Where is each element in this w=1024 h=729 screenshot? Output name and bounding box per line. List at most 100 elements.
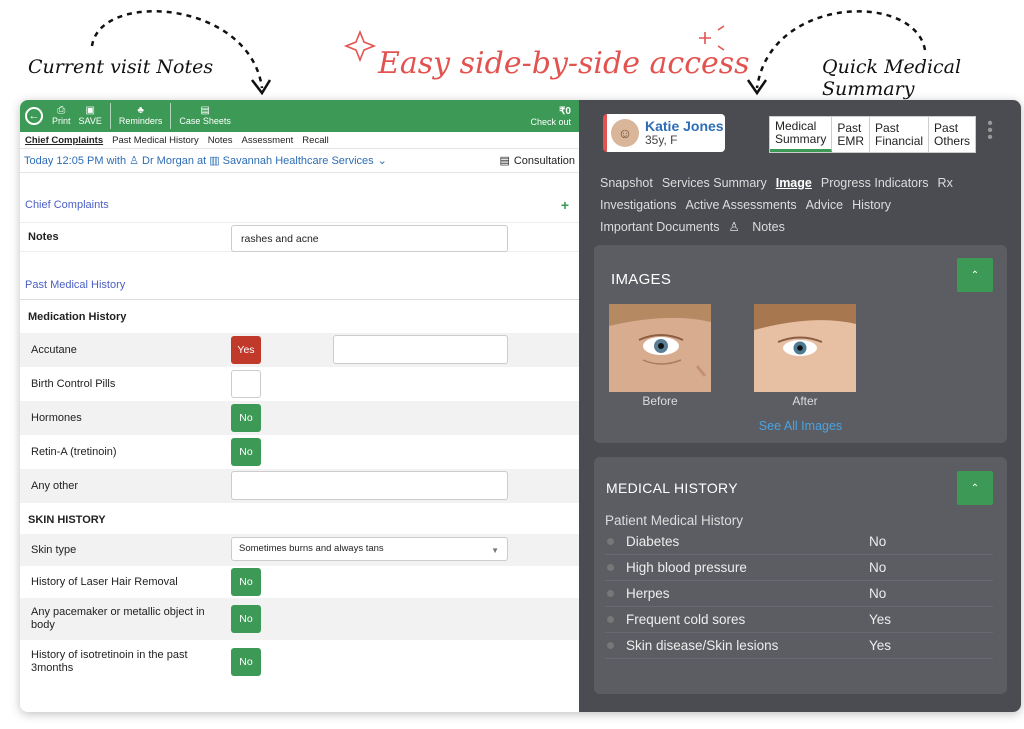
patient-name: Katie Jones [645,118,724,134]
list-item: Diabetes No [605,529,993,555]
nav-active-assessments[interactable]: Active Assessments [685,198,796,212]
document-icon: ▤ [499,155,510,167]
patient-card[interactable]: ☺ Katie Jones 35y, F [603,114,725,152]
building-icon: ▥ [209,155,220,167]
bullet-icon [607,642,614,649]
pmh-header: Past Medical History [20,277,579,293]
any-other-row: Any other [20,469,579,503]
bullet-icon [607,590,614,597]
accutane-toggle[interactable]: Yes [231,336,261,364]
images-card: IMAGES ⌃ Before After See All Images [594,245,1007,443]
face-photo-before [609,304,711,392]
annotation-headline: Easy side-by-side access [378,46,750,81]
medical-summary-panel: ☺ Katie Jones 35y, F Medical Summary Past… [579,100,1021,712]
clinic-link[interactable]: Savannah Healthcare Services [223,155,374,167]
print-button[interactable]: ⎙ Print [48,100,75,132]
consultation-label[interactable]: Consultation [514,155,575,167]
nav-notes[interactable]: ♙ Notes [729,220,794,234]
tab-assessment[interactable]: Assessment [242,135,294,146]
nav-snapshot[interactable]: Snapshot [600,176,653,190]
add-icon[interactable]: + [561,197,569,213]
pmh-title: Past Medical History [25,279,126,291]
retin-a-row: Retin-A (tretinoin) No [20,435,579,469]
reminders-button[interactable]: ♣ Reminders [115,100,167,132]
back-arrow-icon: ← [25,107,43,125]
document-icon: ▤ [200,105,210,116]
avatar: ☺ [611,119,639,147]
tab-medical-summary[interactable]: Medical Summary [770,117,833,152]
list-item: Herpes No [605,581,993,607]
annotation-quick-summary: Quick Medical Summary [822,56,962,100]
bullet-icon [607,538,614,545]
floppy-icon: ▣ [85,105,95,116]
before-caption: Before [642,394,678,408]
any-other-input[interactable] [231,471,508,500]
notes-input[interactable]: rashes and acne [231,225,508,252]
case-sheets-button[interactable]: ▤ Case Sheets [175,100,235,132]
bullet-icon [607,616,614,623]
chevron-down-icon[interactable]: ⌄ [378,154,387,167]
more-options-icon[interactable]: • • • [986,116,994,146]
doctor-link[interactable]: Dr Morgan at [142,155,206,167]
after-image[interactable] [754,304,856,392]
list-item: High blood pressure No [605,555,993,581]
tab-past-emr[interactable]: Past EMR [832,117,871,152]
nav-services-summary[interactable]: Services Summary [662,176,767,190]
see-all-images-link[interactable]: See All Images [594,419,1007,433]
person-icon: ♙ [728,220,744,234]
save-button[interactable]: ▣ SAVE [75,100,106,132]
list-item: Frequent cold sores Yes [605,607,993,633]
tab-recall[interactable]: Recall [302,135,328,146]
medical-history-title: MEDICAL HISTORY [606,480,738,496]
tab-chief-complaints[interactable]: Chief Complaints [25,135,103,146]
bell-icon: ♣ [137,105,144,116]
chief-complaints-header: Chief Complaints + [20,197,579,213]
tab-past-financial[interactable]: Past Financial [870,117,930,152]
accutane-details-input[interactable] [333,335,508,364]
images-title: IMAGES [611,271,672,288]
chevron-up-icon[interactable]: ⌃ [957,471,993,505]
chief-complaints-title: Chief Complaints [25,199,109,211]
skin-history-header: SKIN HISTORY [28,514,106,526]
tab-notes[interactable]: Notes [208,135,233,146]
visit-info-bar: Today 12:05 PM with ♙ Dr Morgan at ▥ Sav… [20,149,579,173]
patient-age: 35y, F [645,133,678,147]
printer-icon: ⎙ [57,105,66,116]
isotretinoin-toggle[interactable]: No [231,648,261,676]
nav-investigations[interactable]: Investigations [600,198,676,212]
nav-history[interactable]: History [852,198,891,212]
medical-history-subtitle: Patient Medical History [605,513,744,528]
dropdown-arrow-icon: ▼ [491,546,499,555]
section-tabs: Chief Complaints Past Medical History No… [20,132,579,149]
before-image[interactable] [609,304,711,392]
nav-important-documents[interactable]: Important Documents [600,220,720,234]
nav-progress-indicators[interactable]: Progress Indicators [821,176,929,190]
laser-row: History of Laser Hair Removal No [20,566,579,598]
tab-past-others[interactable]: Past Others [929,117,975,152]
accutane-row: Accutane Yes [20,333,579,367]
hormones-toggle[interactable]: No [231,404,261,432]
toolbar: ← ⎙ Print ▣ SAVE ♣ Reminders ▤ Case Sheets ₹… [20,100,579,132]
divider [109,103,111,129]
birth-control-row: Birth Control Pills [20,367,579,401]
retin-a-toggle[interactable]: No [231,438,261,466]
divider [170,103,172,129]
checkout-button[interactable]: ₹0 Check out [530,100,579,132]
pacemaker-toggle[interactable]: No [231,605,261,633]
tab-past-medical-history[interactable]: Past Medical History [112,135,199,146]
medication-history-header: Medication History [20,299,579,333]
summary-nav: Snapshot Services Summary Image Progress In… [600,172,1000,238]
skin-type-select[interactable]: Sometimes burns and always tans ▼ [231,537,508,561]
laser-toggle[interactable]: No [231,568,261,596]
back-button[interactable]: ← [20,100,48,132]
nav-advice[interactable]: Advice [806,198,844,212]
nav-rx[interactable]: Rx [938,176,953,190]
after-caption: After [792,394,818,408]
hormones-row: Hormones No [20,401,579,435]
notes-row: Notes rashes and acne [20,222,579,252]
visit-notes-panel: ← ⎙ Print ▣ SAVE ♣ Reminders ▤ Case Sheets ₹… [20,100,579,712]
medical-history-card: MEDICAL HISTORY ⌃ Patient Medical Histor… [594,457,1007,694]
birth-control-toggle[interactable] [231,370,261,398]
chevron-up-icon[interactable]: ⌃ [957,258,993,292]
nav-image[interactable]: Image [776,176,812,190]
